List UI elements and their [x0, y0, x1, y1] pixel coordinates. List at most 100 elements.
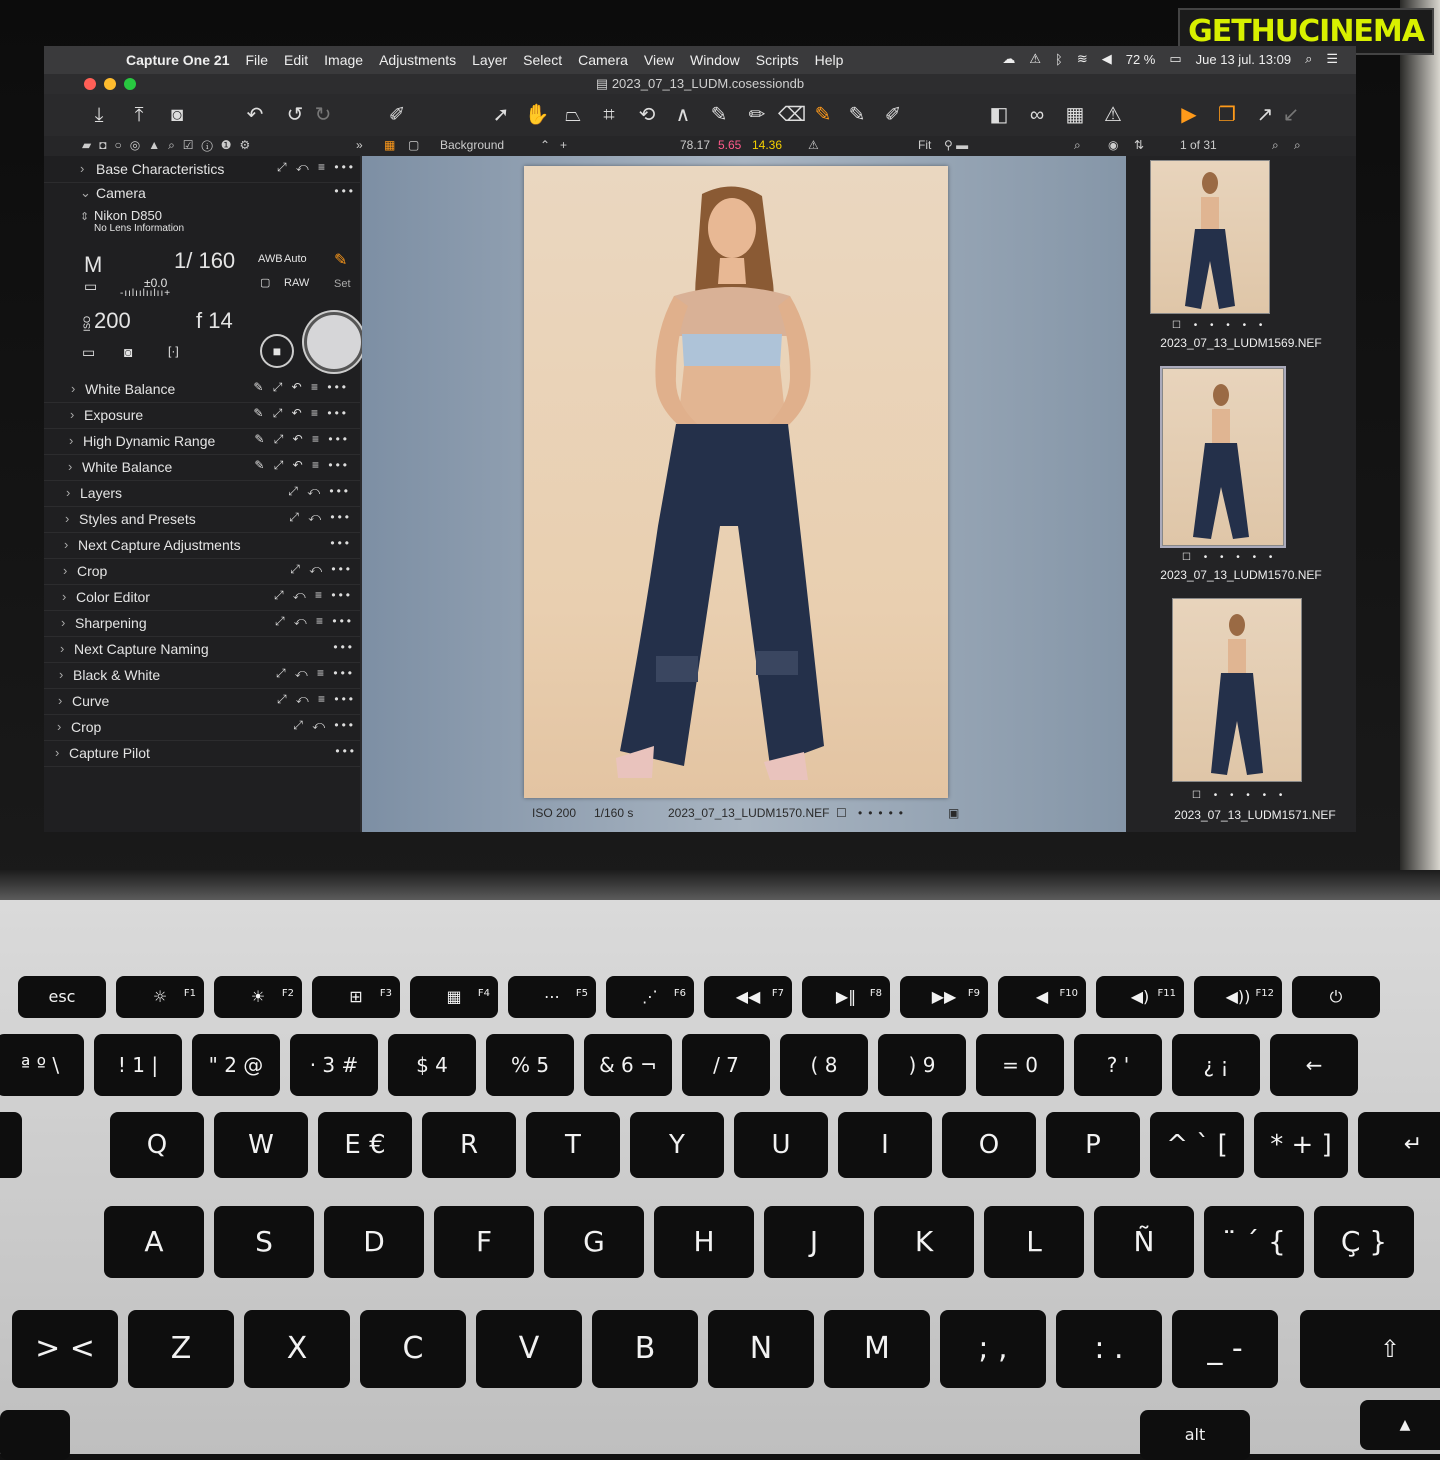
key-fn-12[interactable]: ◀)) F12: [1194, 976, 1282, 1018]
panel-actions[interactable]: ✎ ⤢ ↶ ≡ •••: [253, 406, 349, 421]
export-icon[interactable]: ⤒: [126, 102, 152, 128]
menu-camera[interactable]: Camera: [578, 52, 628, 68]
key-num-6[interactable]: & 6 ¬: [584, 1034, 672, 1096]
zoom-label[interactable]: Fit: [918, 138, 931, 152]
key-row4-2[interactable]: X: [244, 1310, 350, 1388]
key-row4-5[interactable]: B: [592, 1310, 698, 1388]
eraser-tool-icon[interactable]: ⌫: [778, 102, 806, 128]
key-num-2[interactable]: " 2 @: [192, 1034, 280, 1096]
cloud-icon[interactable]: ☁: [1002, 51, 1015, 67]
key-num-8[interactable]: ( 8: [780, 1034, 868, 1096]
thumbnail-3[interactable]: [1172, 598, 1302, 782]
zoom-slider[interactable]: ⚲ ▬: [944, 138, 968, 152]
bluetooth-icon[interactable]: ᛒ: [1055, 52, 1063, 67]
star-rating[interactable]: •••••: [858, 806, 909, 820]
shutter-speed[interactable]: 1/ 160: [174, 248, 235, 274]
menu-layer[interactable]: Layer: [472, 52, 507, 68]
key-num-4[interactable]: $ 4: [388, 1034, 476, 1096]
grid-view-icon[interactable]: ▦: [384, 138, 395, 152]
key-fn-2[interactable]: ☀ F2: [214, 976, 302, 1018]
aperture-value[interactable]: f 14: [196, 308, 233, 334]
layer-select-chevron-icon[interactable]: ⌃: [540, 138, 550, 152]
thumb-rating[interactable]: ☐ • • • • •: [1182, 552, 1277, 563]
key-row3-9[interactable]: Ñ: [1094, 1206, 1194, 1278]
main-photo[interactable]: [524, 166, 948, 798]
capture-button[interactable]: [304, 312, 364, 372]
video-record-button[interactable]: ■: [260, 334, 294, 368]
key-11[interactable]: * + ]: [1254, 1112, 1348, 1178]
filter-search-icon[interactable]: ⌕: [1272, 138, 1279, 153]
key-row3-3[interactable]: F: [434, 1206, 534, 1278]
key-fn-11[interactable]: ◀) F11: [1096, 976, 1184, 1018]
eye-icon[interactable]: ◉: [1108, 138, 1118, 152]
iso-value[interactable]: 200: [94, 308, 131, 334]
key-num-0[interactable]: ª º \: [0, 1034, 84, 1096]
key-row3-7[interactable]: K: [874, 1206, 974, 1278]
key-row4-3[interactable]: C: [360, 1310, 466, 1388]
key-3[interactable]: R: [422, 1112, 516, 1178]
warning-icon[interactable]: ⚠: [1029, 51, 1041, 67]
panel-crop[interactable]: › Crop ⤢ ↶ •••: [44, 560, 360, 585]
panel-actions[interactable]: •••: [333, 640, 355, 654]
panel-base-characteristics[interactable]: › Base Characteristics ⤢ ↶ ≡ •••: [44, 158, 360, 183]
more-tabs-icon[interactable]: »: [356, 138, 363, 152]
panel-actions[interactable]: ⤢ ↶ ≡ •••: [277, 160, 356, 175]
layer-select[interactable]: Background: [440, 138, 504, 152]
key-2[interactable]: E €: [318, 1112, 412, 1178]
model-stepper-icon[interactable]: ⇕: [80, 210, 89, 223]
panel-crop[interactable]: › Crop ⤢ ↶ •••: [44, 716, 360, 741]
panel-actions[interactable]: ⤢ ↶ ≡ •••: [275, 614, 354, 629]
volume-icon[interactable]: ◀: [1102, 51, 1112, 67]
auto-adjust-icon[interactable]: ✐: [384, 102, 410, 128]
key-row4-8[interactable]: ; ,: [940, 1310, 1046, 1388]
key-fn-4[interactable]: ▦ F4: [410, 976, 498, 1018]
panel-actions[interactable]: ⤢ ↶ ≡ •••: [277, 692, 356, 707]
key-num-9[interactable]: ) 9: [878, 1034, 966, 1096]
key-1[interactable]: W: [214, 1112, 308, 1178]
panel-actions[interactable]: ⤢ ↶ ≡ •••: [274, 588, 353, 603]
key-fn-9[interactable]: ▶▶ F9: [900, 976, 988, 1018]
key-fn-3[interactable]: ⊞ F3: [312, 976, 400, 1018]
pan-tool-icon[interactable]: ✋: [524, 102, 550, 128]
collapse-icon[interactable]: ↙: [1278, 102, 1304, 128]
key-num-5[interactable]: % 5: [486, 1034, 574, 1096]
panel-actions[interactable]: ⤢ ↶ •••: [293, 718, 356, 733]
key-fn-0[interactable]: esc: [18, 976, 106, 1018]
menu-select[interactable]: Select: [523, 52, 562, 68]
wifi-icon[interactable]: ≋: [1077, 51, 1088, 67]
spot-tool-icon[interactable]: ✏: [744, 102, 770, 128]
menu-scripts[interactable]: Scripts: [756, 52, 799, 68]
white-balance-mode[interactable]: Auto: [284, 253, 307, 265]
key-row4-4[interactable]: V: [476, 1310, 582, 1388]
key-row3-0[interactable]: A: [104, 1206, 204, 1278]
key-7[interactable]: I: [838, 1112, 932, 1178]
crop-tool-icon[interactable]: ⌗: [596, 102, 622, 128]
thumbnail-1[interactable]: [1150, 160, 1270, 314]
panel-next-capture-naming[interactable]: › Next Capture Naming •••: [44, 638, 360, 663]
grid-icon[interactable]: ▦: [1062, 102, 1088, 128]
undo-icon[interactable]: ↺: [282, 102, 308, 128]
key-row3-10[interactable]: ¨ ´ {: [1204, 1206, 1304, 1278]
key-0[interactable]: Q: [110, 1112, 204, 1178]
rotate-tool-icon[interactable]: ⟲: [634, 102, 660, 128]
menu-adjustments[interactable]: Adjustments: [379, 52, 456, 68]
panel-sharpening[interactable]: › Sharpening ⤢ ↶ ≡ •••: [44, 612, 360, 637]
select-checkbox[interactable]: ☐: [836, 806, 847, 820]
camera-model[interactable]: Nikon D850: [94, 208, 162, 223]
image-viewer[interactable]: ✒ ISO 200 1/160 s 2023_07_13_LUDM157: [362, 156, 1126, 832]
file-format[interactable]: RAW: [284, 277, 309, 289]
minimize-window-button[interactable]: [104, 78, 116, 90]
compare-icon[interactable]: ◧: [986, 102, 1012, 128]
panel-actions[interactable]: •••: [335, 744, 357, 758]
key-fn-10[interactable]: ◀ F10: [998, 976, 1086, 1018]
single-shot-icon[interactable]: ▭: [82, 344, 95, 361]
menu-window[interactable]: Window: [690, 52, 740, 68]
zoom-window-button[interactable]: [124, 78, 136, 90]
key-fn-1[interactable]: ☼ F1: [116, 976, 204, 1018]
straighten-tool-icon[interactable]: ∧: [670, 102, 696, 128]
proof-icon[interactable]: ∞: [1024, 102, 1050, 128]
thumb-rating[interactable]: ☐ • • • • •: [1172, 320, 1267, 331]
battery-text[interactable]: 72 %: [1126, 52, 1156, 67]
key-5[interactable]: Y: [630, 1112, 724, 1178]
cursor-tool-icon[interactable]: ➚: [488, 102, 514, 128]
